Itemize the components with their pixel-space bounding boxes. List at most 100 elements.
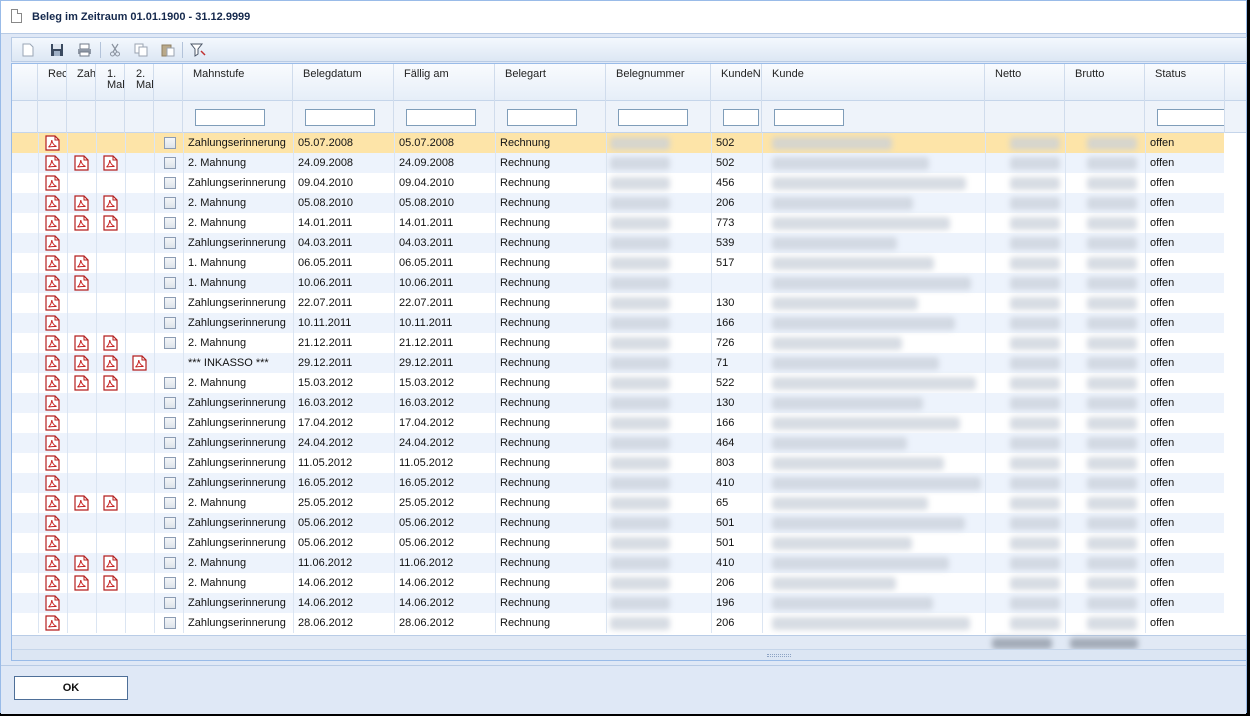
filter-belegnummer-input[interactable] — [618, 109, 688, 126]
filter-icon[interactable] — [190, 42, 206, 58]
row-checkbox[interactable] — [164, 337, 176, 349]
header-netto[interactable]: Netto — [985, 64, 1065, 101]
row-checkbox[interactable] — [164, 297, 176, 309]
new-icon[interactable] — [20, 42, 36, 58]
row-checkbox[interactable] — [164, 237, 176, 249]
rechnung-pdf-icon[interactable] — [45, 275, 60, 291]
row-checkbox[interactable] — [164, 417, 176, 429]
zahlung-pdf-icon[interactable] — [74, 335, 89, 351]
rechnung-pdf-icon[interactable] — [45, 195, 60, 211]
table-row[interactable]: Zahlungserinnerung 28.06.2012 28.06.2012 Re… — [12, 613, 1224, 633]
table-row[interactable]: Zahlungserinnerung 17.04.2012 17.04.2012 Re… — [12, 413, 1224, 433]
rechnung-pdf-icon[interactable] — [45, 215, 60, 231]
rechnung-pdf-icon[interactable] — [45, 415, 60, 431]
rechnung-pdf-icon[interactable] — [45, 475, 60, 491]
row-checkbox[interactable] — [164, 177, 176, 189]
header-mahnung-1[interactable]: 1. Mah — [96, 64, 125, 101]
row-checkbox[interactable] — [164, 197, 176, 209]
zahlung-pdf-icon[interactable] — [74, 375, 89, 391]
table-row[interactable]: Zahlungserinnerung 05.07.2008 05.07.2008 Re… — [12, 133, 1224, 153]
table-row[interactable]: 2. Mahnung 05.08.2010 05.08.2010 Rechnung 20… — [12, 193, 1224, 213]
row-checkbox[interactable] — [164, 497, 176, 509]
print-icon[interactable] — [76, 42, 92, 58]
ok-button[interactable]: OK — [14, 676, 128, 700]
header-belegdatum[interactable]: Belegdatum — [293, 64, 394, 101]
rechnung-pdf-icon[interactable] — [45, 375, 60, 391]
header-faellig-am[interactable]: Fällig am — [394, 64, 495, 101]
rechnung-pdf-icon[interactable] — [45, 155, 60, 171]
filter-belegart-input[interactable] — [507, 109, 577, 126]
filter-belegdatum-input[interactable] — [305, 109, 375, 126]
table-row[interactable]: 2. Mahnung 14.06.2012 14.06.2012 Rechnung 20… — [12, 573, 1224, 593]
table-row[interactable]: 2. Mahnung 21.12.2011 21.12.2011 Rechnung 72… — [12, 333, 1224, 353]
table-row[interactable]: Zahlungserinnerung 14.06.2012 14.06.2012 Re… — [12, 593, 1224, 613]
row-checkbox[interactable] — [164, 397, 176, 409]
table-row[interactable]: 1. Mahnung 10.06.2011 10.06.2011 Rechnung of… — [12, 273, 1224, 293]
row-checkbox[interactable] — [164, 277, 176, 289]
rechnung-pdf-icon[interactable] — [45, 615, 60, 631]
row-checkbox[interactable] — [164, 617, 176, 629]
mahnung-1-pdf-icon[interactable] — [103, 555, 118, 571]
table-row[interactable]: Zahlungserinnerung 24.04.2012 24.04.2012 Re… — [12, 433, 1224, 453]
rechnung-pdf-icon[interactable] — [45, 355, 60, 371]
save-icon[interactable] — [49, 42, 65, 58]
table-row[interactable]: Zahlungserinnerung 05.06.2012 05.06.2012 Re… — [12, 533, 1224, 553]
table-row[interactable]: Zahlungserinnerung 16.05.2012 16.05.2012 Re… — [12, 473, 1224, 493]
table-row[interactable]: 2. Mahnung 14.01.2011 14.01.2011 Rechnung 77… — [12, 213, 1224, 233]
mahnung-1-pdf-icon[interactable] — [103, 575, 118, 591]
row-checkbox[interactable] — [164, 597, 176, 609]
rechnung-pdf-icon[interactable] — [45, 595, 60, 611]
rechnung-pdf-icon[interactable] — [45, 175, 60, 191]
row-checkbox[interactable] — [164, 577, 176, 589]
rechnung-pdf-icon[interactable] — [45, 135, 60, 151]
rechnung-pdf-icon[interactable] — [45, 455, 60, 471]
header-status[interactable]: Status — [1145, 64, 1225, 101]
zahlung-pdf-icon[interactable] — [74, 215, 89, 231]
header-mahnstufe[interactable]: Mahnstufe — [183, 64, 293, 101]
table-row[interactable]: Zahlungserinnerung 16.03.2012 16.03.2012 Re… — [12, 393, 1224, 413]
rechnung-pdf-icon[interactable] — [45, 315, 60, 331]
cut-icon[interactable] — [107, 42, 123, 58]
mahnung-1-pdf-icon[interactable] — [103, 155, 118, 171]
table-row[interactable]: Zahlungserinnerung 11.05.2012 11.05.2012 Re… — [12, 453, 1224, 473]
rechnung-pdf-icon[interactable] — [45, 515, 60, 531]
zahlung-pdf-icon[interactable] — [74, 495, 89, 511]
mahnung-1-pdf-icon[interactable] — [103, 355, 118, 371]
row-checkbox[interactable] — [164, 537, 176, 549]
mahnung-1-pdf-icon[interactable] — [103, 215, 118, 231]
rechnung-pdf-icon[interactable] — [45, 255, 60, 271]
table-row[interactable]: Zahlungserinnerung 05.06.2012 05.06.2012 Re… — [12, 513, 1224, 533]
rechnung-pdf-icon[interactable] — [45, 575, 60, 591]
row-checkbox[interactable] — [164, 257, 176, 269]
filter-kunde-input[interactable] — [774, 109, 844, 126]
zahlung-pdf-icon[interactable] — [74, 255, 89, 271]
resize-grip[interactable] — [767, 654, 791, 657]
header-belegnummer[interactable]: Belegnummer — [606, 64, 711, 101]
zahlung-pdf-icon[interactable] — [74, 195, 89, 211]
filter-mahnstufe-input[interactable] — [195, 109, 265, 126]
row-checkbox[interactable] — [164, 157, 176, 169]
rechnung-pdf-icon[interactable] — [45, 395, 60, 411]
header-mahnung-2[interactable]: 2. Mah — [125, 64, 154, 101]
rechnung-pdf-icon[interactable] — [45, 235, 60, 251]
table-row[interactable]: Zahlungserinnerung 04.03.2011 04.03.2011 Re… — [12, 233, 1224, 253]
table-row[interactable]: 2. Mahnung 25.05.2012 25.05.2012 Rechnung 65… — [12, 493, 1224, 513]
rechnung-pdf-icon[interactable] — [45, 535, 60, 551]
zahlung-pdf-icon[interactable] — [74, 355, 89, 371]
header-kunde[interactable]: Kunde — [762, 64, 985, 101]
row-checkbox[interactable] — [164, 217, 176, 229]
header-zahlung[interactable]: Zah — [67, 64, 96, 101]
row-checkbox[interactable] — [164, 137, 176, 149]
table-row[interactable]: 1. Mahnung 06.05.2011 06.05.2011 Rechnung 51… — [12, 253, 1224, 273]
rechnung-pdf-icon[interactable] — [45, 495, 60, 511]
mahnung-1-pdf-icon[interactable] — [103, 195, 118, 211]
row-checkbox[interactable] — [164, 437, 176, 449]
rechnung-pdf-icon[interactable] — [45, 435, 60, 451]
header-brutto[interactable]: Brutto — [1065, 64, 1145, 101]
row-checkbox[interactable] — [164, 517, 176, 529]
paste-icon[interactable] — [160, 42, 176, 58]
zahlung-pdf-icon[interactable] — [74, 555, 89, 571]
rechnung-pdf-icon[interactable] — [45, 295, 60, 311]
row-checkbox[interactable] — [164, 377, 176, 389]
rechnung-pdf-icon[interactable] — [45, 335, 60, 351]
